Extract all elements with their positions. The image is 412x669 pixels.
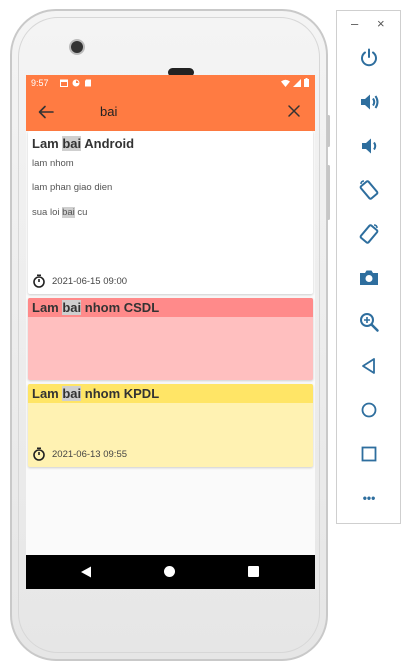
note-line: lam nhom xyxy=(32,158,74,169)
status-time: 9:57 xyxy=(31,78,49,88)
timer-icon xyxy=(33,447,45,461)
home-button[interactable] xyxy=(356,397,382,423)
note-line-text: lam nhom xyxy=(32,158,74,169)
signal-icon xyxy=(293,78,301,87)
volume-down-button[interactable] xyxy=(356,133,382,159)
phone-volume-button xyxy=(327,165,330,220)
volume-up-icon xyxy=(361,94,379,110)
more-icon: ••• xyxy=(362,491,376,505)
calendar-icon xyxy=(60,79,68,87)
sd-card-icon xyxy=(85,79,91,87)
zoom-icon xyxy=(360,313,379,332)
timer-icon xyxy=(33,274,45,288)
rotate-left-button[interactable] xyxy=(356,177,382,203)
power-icon xyxy=(361,48,377,67)
emulator-toolbar: – × ••• xyxy=(336,10,401,524)
phone-side-button xyxy=(327,115,330,147)
android-nav-bar xyxy=(26,555,315,589)
search-highlight: bai xyxy=(62,207,75,218)
note-title: Lam bai Android xyxy=(32,136,134,151)
power-button[interactable] xyxy=(356,45,382,71)
back-arrow-icon[interactable] xyxy=(36,102,56,122)
note-card[interactable]: Lam bai nhom CSDL xyxy=(28,298,313,380)
note-title-text: nhom CSDL xyxy=(81,300,160,315)
note-line-text: lam phan giao dien xyxy=(32,182,113,193)
home-icon xyxy=(361,402,377,418)
search-app-bar: bai xyxy=(26,92,315,131)
overview-button[interactable] xyxy=(356,441,382,467)
clear-search-icon[interactable] xyxy=(285,102,303,120)
sync-icon xyxy=(72,79,80,87)
note-title-text: Android xyxy=(81,136,135,151)
rotate-left-icon xyxy=(359,180,379,200)
status-bar: 9:57 xyxy=(26,75,315,92)
search-highlight: bai xyxy=(62,136,82,151)
zoom-button[interactable] xyxy=(356,309,382,335)
note-title-text: nhom KPDL xyxy=(81,386,160,401)
search-highlight: bai xyxy=(62,300,82,315)
notes-list: Lam bai Android lam nhom lam phan giao d… xyxy=(26,131,315,555)
note-title: Lam bai nhom KPDL xyxy=(32,386,159,401)
rotate-right-icon xyxy=(359,224,379,244)
note-reminder: 2021-06-15 09:00 xyxy=(32,274,127,288)
search-highlight: bai xyxy=(62,386,82,401)
back-button[interactable] xyxy=(356,353,382,379)
note-line: sua loi bai cu xyxy=(32,207,87,218)
wifi-icon xyxy=(281,79,290,87)
back-icon xyxy=(362,358,375,374)
note-line: lam phan giao dien xyxy=(32,182,112,193)
note-date: 2021-06-13 09:55 xyxy=(52,448,128,460)
note-line-text: cu xyxy=(74,207,88,218)
note-date: 2021-06-15 09:00 xyxy=(52,275,128,287)
nav-recents-icon[interactable] xyxy=(248,566,259,577)
note-title: Lam bai nhom CSDL xyxy=(32,300,159,315)
note-title-text: Lam xyxy=(32,136,63,151)
note-title-text: Lam xyxy=(32,386,63,401)
volume-up-button[interactable] xyxy=(356,89,382,115)
nav-back-icon[interactable] xyxy=(80,566,92,578)
note-reminder: 2021-06-13 09:55 xyxy=(32,447,127,461)
overview-icon xyxy=(361,446,377,462)
front-camera xyxy=(71,41,83,53)
battery-icon xyxy=(304,78,309,87)
volume-down-icon xyxy=(362,138,377,154)
window-minimize-button[interactable]: – xyxy=(351,16,358,31)
camera-icon xyxy=(360,270,378,285)
search-input[interactable]: bai xyxy=(100,104,117,119)
nav-home-icon[interactable] xyxy=(164,566,175,577)
rotate-right-button[interactable] xyxy=(356,221,382,247)
more-button[interactable]: ••• xyxy=(356,485,382,511)
note-line-text: sua loi xyxy=(32,207,63,218)
screenshot-button[interactable] xyxy=(356,265,382,291)
note-card[interactable]: Lam bai Android lam nhom lam phan giao d… xyxy=(28,131,313,294)
window-close-button[interactable]: × xyxy=(377,16,385,31)
device-screen: 9:57 bai Lam bai Android lam nhom lam ph… xyxy=(26,75,315,589)
status-icons xyxy=(281,78,309,87)
note-title-text: Lam xyxy=(32,300,63,315)
note-card[interactable]: Lam bai nhom KPDL 2021-06-13 09:55 xyxy=(28,384,313,467)
